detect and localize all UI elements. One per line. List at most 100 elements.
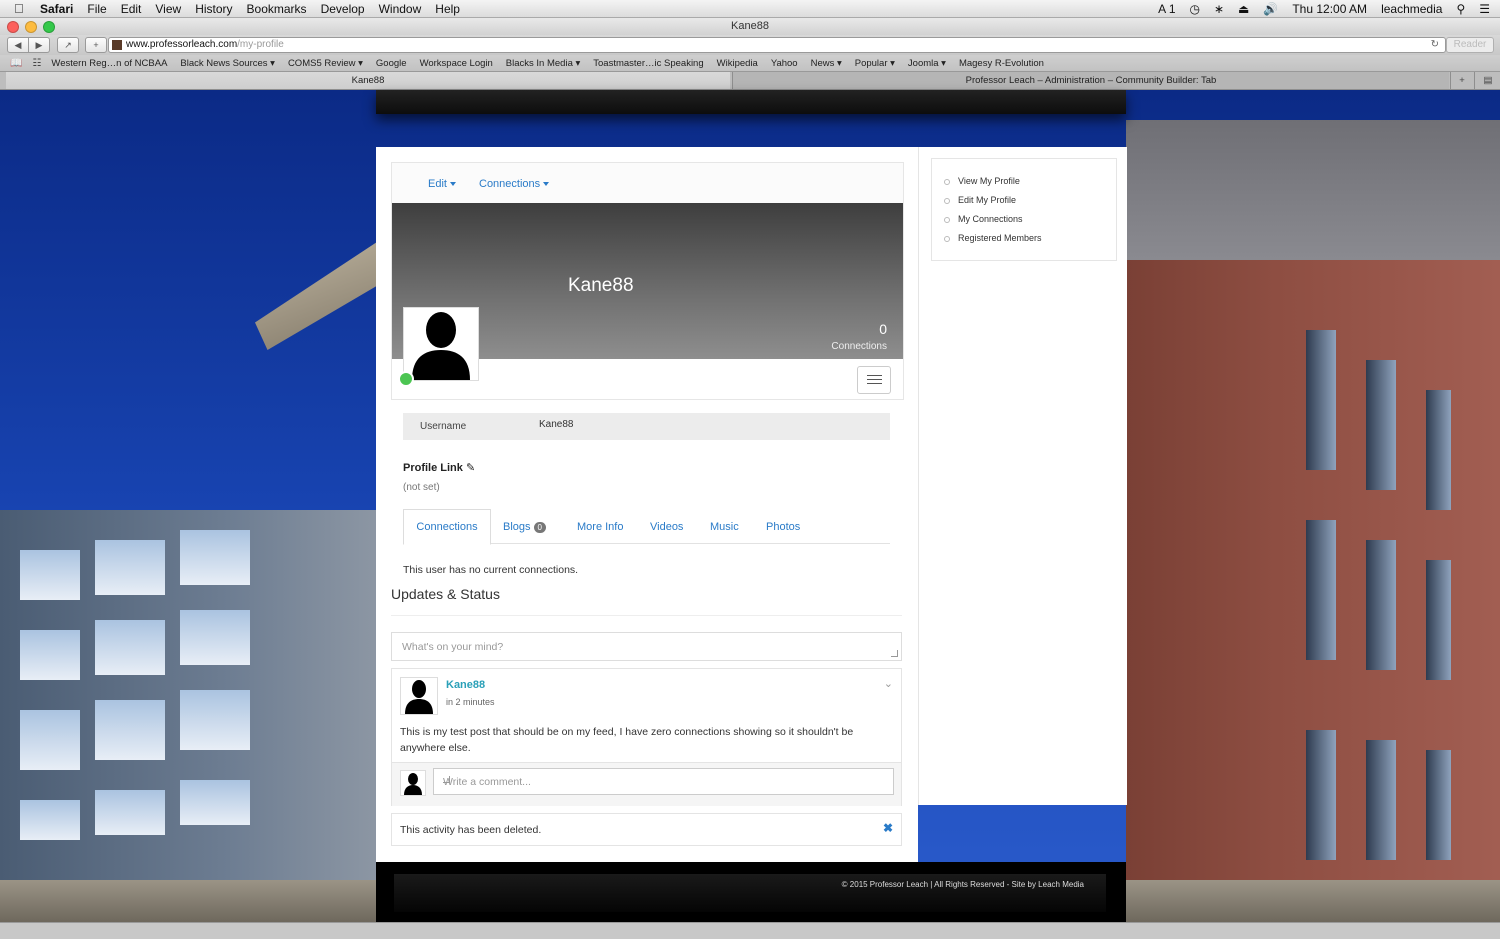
site-header-bar [376,90,1126,114]
tab-more-info[interactable]: More Info [577,521,623,533]
post-text: This is my test post that should be on m… [400,726,854,754]
username-field-row: Username Kane88 [403,413,890,440]
bookmark-item[interactable]: COMS5 Review ▾ [288,58,363,69]
bookmark-item[interactable]: Blacks In Media ▾ [506,58,580,69]
url-path: /my-profile [237,39,284,50]
comment-bar: Write a comment... [392,762,901,806]
username-value: Kane88 [539,419,574,430]
profile-avatar[interactable] [403,307,479,381]
top-sites-icon[interactable]: ☷ [32,58,41,69]
tab-connections[interactable]: Connections [403,509,491,545]
notification-list-icon[interactable]: ☰ [1479,2,1490,16]
minimize-window-icon[interactable] [25,21,37,33]
post-author-avatar[interactable] [400,677,438,715]
adobe-count-value: 1 [1168,1,1176,16]
connections-count-label[interactable]: Connections [831,341,887,352]
tab-blogs[interactable]: Blogs 0 [503,521,546,533]
menu-history[interactable]: History [195,2,232,16]
tab-photos[interactable]: Photos [766,521,800,533]
profile-link-heading: Profile Link ✎ [403,461,475,474]
bookmark-item[interactable]: Magesy R-Evolution [959,58,1044,69]
bullet-icon [944,179,950,185]
spotlight-icon[interactable]: ⚲ [1456,2,1465,16]
clock[interactable]: Thu 12:00 AM [1292,2,1367,16]
menu-view[interactable]: View [155,2,181,16]
bluetooth-icon[interactable]: ∗ [1214,2,1224,16]
nav-buttons: ◀ ▶ [7,37,50,53]
apple-icon[interactable]:  [14,1,28,16]
deleted-activity-notice: This activity has been deleted. ✖ [391,813,902,846]
bookmark-item[interactable]: Toastmaster…ic Speaking [593,58,703,69]
bookmark-item[interactable]: Popular ▾ [855,58,895,69]
bookmark-item[interactable]: Joomla ▾ [908,58,946,69]
forward-icon[interactable]: ▶ [29,37,50,53]
tab-administration[interactable]: Professor Leach – Administration – Commu… [732,72,1449,89]
comment-input[interactable]: Write a comment... [433,768,894,795]
eject-icon[interactable]: ⏏ [1238,2,1249,16]
menu-edit[interactable]: Edit [121,2,142,16]
site-favicon-icon [112,40,122,50]
menu-develop[interactable]: Develop [321,2,365,16]
bottom-scrollbar[interactable] [0,922,1500,939]
new-tab-icon[interactable]: + [85,37,107,53]
bullet-icon [944,236,950,242]
bookmark-item[interactable]: Western Reg…n of NCBAA [51,58,167,69]
caret-down-icon [543,182,550,187]
bookmark-item[interactable]: Workspace Login [420,58,493,69]
divider [391,615,902,616]
tab-kane88[interactable]: Kane88 [6,72,730,89]
chevron-down-icon[interactable]: ⌄ [884,677,893,690]
bookmark-item[interactable]: Google [376,58,407,69]
connections-dropdown[interactable]: Connections [479,178,550,190]
bookmark-item[interactable]: Yahoo [771,58,798,69]
volume-icon[interactable]: 🔊 [1263,2,1278,16]
status-input[interactable]: What's on your mind? [391,632,902,661]
background-building-left [0,510,380,922]
bookmark-item[interactable]: News ▾ [811,58,842,69]
menu-safari[interactable]: Safari [40,2,73,16]
connections-count[interactable]: 0 [879,321,887,337]
bookmark-item[interactable]: Black News Sources ▾ [180,58,275,69]
bookmark-item[interactable]: Wikipedia [717,58,758,69]
post-author[interactable]: Kane88 [446,679,485,691]
profile-menu-button[interactable] [857,366,891,394]
menu-bookmarks[interactable]: Bookmarks [247,2,307,16]
reload-icon[interactable]: ↻ [1431,38,1439,52]
footer-copyright: © 2015 Professor Leach | All Rights Rese… [841,880,1084,889]
os-menu-bar:  Safari File Edit View History Bookmark… [0,0,1500,18]
tab-videos[interactable]: Videos [650,521,683,533]
back-icon[interactable]: ◀ [7,37,29,53]
activity-post: Kane88 in 2 minutes ⌄ This is my test po… [391,668,902,806]
menu-window[interactable]: Window [379,2,422,16]
reader-button[interactable]: Reader [1446,37,1494,53]
sidebar-item-edit-profile[interactable]: Edit My Profile [958,195,1016,205]
close-icon[interactable]: ✖ [883,821,893,835]
tab-music[interactable]: Music [710,521,739,533]
time-machine-icon[interactable]: ◷ [1190,2,1200,16]
reading-list-icon[interactable]: 📖 [10,58,22,69]
tab-overview-icon[interactable]: ▤ [1474,72,1500,89]
close-window-icon[interactable] [7,21,19,33]
caret-down-icon [449,182,456,187]
menu-help[interactable]: Help [435,2,460,16]
user-name[interactable]: leachmedia [1381,2,1442,16]
adobe-count[interactable]: A 1 [1158,2,1175,16]
main-content: Edit Connections Kane88 0 Connections Us… [376,147,918,862]
add-tab-icon[interactable]: + [1450,72,1473,89]
resize-handle-icon[interactable] [443,776,450,783]
sidebar-item-view-profile[interactable]: View My Profile [958,176,1020,186]
share-icon[interactable]: ↗ [57,37,79,53]
resize-handle-icon[interactable] [891,650,898,657]
address-bar[interactable]: www.professorleach.com/my-profile ↻ [108,37,1446,53]
zoom-window-icon[interactable] [43,21,55,33]
menu-file[interactable]: File [87,2,106,16]
sidebar-item-my-connections[interactable]: My Connections [958,214,1023,224]
sidebar-item-registered-members[interactable]: Registered Members [958,233,1042,243]
edit-icon[interactable]: ✎ [466,462,475,474]
profile-link-value: (not set) [403,482,440,493]
user-silhouette-icon [404,773,422,795]
updates-heading: Updates & Status [391,586,500,602]
edit-dropdown[interactable]: Edit [428,178,456,190]
no-connections-message: This user has no current connections. [403,564,579,576]
connections-dropdown-label: Connections [479,178,541,190]
